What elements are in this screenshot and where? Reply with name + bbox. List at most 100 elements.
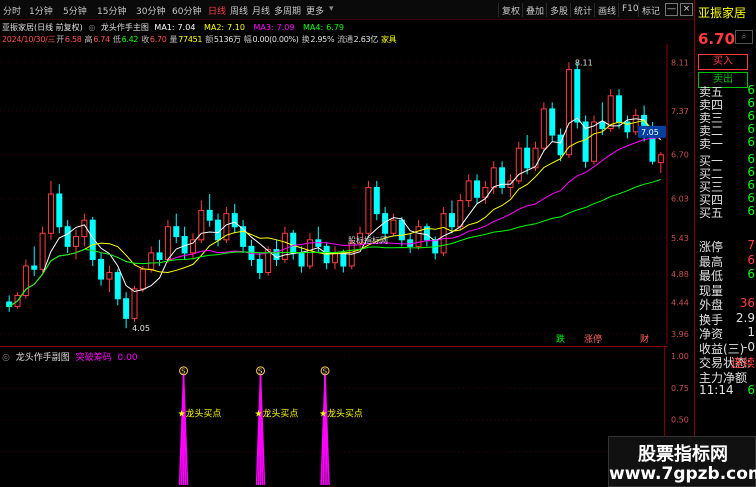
candle-body — [440, 213, 447, 254]
price-tick-label: 5.43 — [671, 234, 689, 243]
candle-body — [114, 272, 121, 300]
ma2-readout: MA2: 7.10 — [203, 23, 245, 32]
turnover-readout: 2.95% — [310, 35, 335, 44]
low-price-label: 4.05 — [132, 324, 150, 333]
candle-body — [590, 121, 597, 162]
spike-marker-label: S — [323, 367, 328, 375]
stats-button[interactable]: 统计 — [570, 3, 595, 17]
period-toolbar: 分时 1分钟 5分钟 15分钟 30分钟 60分钟 日线 周线 月线 多周期 更… — [0, 0, 756, 20]
period-tab-more[interactable]: 更多 — [306, 4, 324, 17]
sub-indicator-chart[interactable]: S ★龙头买点 S ★龙头买点 S ★龙头买点 — [0, 346, 668, 487]
stock-name: 亚振家居 — [698, 6, 747, 20]
multi-stock-button[interactable]: 多股 — [546, 3, 571, 17]
candle-body — [415, 226, 422, 247]
stat-value: 1 — [747, 325, 755, 339]
candle-body — [373, 186, 380, 215]
period-tab-multi[interactable]: 多周期 — [274, 4, 301, 17]
stat-row: 交易状态: 连续 — [695, 354, 756, 370]
order-row: 买五 6 — [695, 204, 756, 220]
stat-row: 最低 6 — [695, 267, 756, 283]
candle-body — [398, 219, 405, 241]
chevron-down-icon[interactable]: ▾ — [329, 4, 334, 14]
order-row-value: 6 — [747, 152, 755, 166]
candle-body — [148, 252, 155, 270]
site-watermark: 股票指标网 www.7gpzb.com — [608, 436, 756, 487]
search-icon[interactable]: ⌕ — [735, 30, 753, 44]
candlestick-chart[interactable]: 8.11 4.05 股标指标网跌 涨停 财 7.05 — [0, 44, 668, 344]
price-tick-label: 4.44 — [671, 299, 689, 308]
buy-button[interactable]: 买入 — [698, 54, 748, 70]
period-tab-daily[interactable]: 日线 — [208, 4, 226, 17]
stat-value: 6 — [747, 252, 755, 267]
close-icon[interactable]: × — [680, 3, 693, 16]
candle-body — [139, 268, 146, 290]
price-axis: 8.11 7.37 6.70 6.03 5.43 4.88 4.44 3.96 — [671, 58, 689, 339]
candle-body — [549, 108, 556, 136]
candle-body — [340, 252, 347, 267]
candle-body — [331, 252, 339, 264]
sub-tick-label: 0.50 — [671, 416, 689, 425]
period-tab-monthly[interactable]: 月线 — [252, 4, 270, 17]
ma-line-ma3 — [8, 137, 661, 308]
stat-row: 最高 6 — [695, 252, 756, 269]
period-tab-30min[interactable]: 30分钟 — [136, 4, 165, 17]
event-tag: 涨停 — [584, 333, 602, 344]
low-readout: 6.42 — [121, 35, 139, 44]
period-tab-5min[interactable]: 5分钟 — [63, 4, 87, 17]
change-readout: 0.00(0.00%) — [252, 35, 299, 44]
candle-body — [31, 265, 38, 270]
mark-button[interactable]: 标记 — [638, 3, 663, 17]
buy-point-label: ★龙头买点 — [255, 408, 299, 420]
order-row-value: 6 — [747, 83, 755, 97]
ma3-readout: MA3: 7.09 — [253, 23, 295, 32]
candle-body — [524, 147, 531, 169]
draw-line-button[interactable]: 画线 — [594, 3, 619, 17]
stat-label: 11:14 — [699, 383, 734, 397]
stat-value: 6 — [747, 383, 755, 397]
period-tab-fenshi[interactable]: 分时 — [3, 4, 21, 17]
stat-row: 收益(三) -0 — [695, 340, 756, 356]
candle-body — [156, 252, 163, 260]
candle-body — [173, 226, 180, 238]
stat-row: 现量 — [695, 282, 756, 298]
settings-icon[interactable]: ◎ — [88, 23, 95, 32]
price-tick-label: 8.11 — [671, 58, 689, 67]
period-tab-15min[interactable]: 15分钟 — [97, 4, 126, 17]
candle-body — [365, 186, 372, 234]
price-tick-label: 4.88 — [671, 270, 689, 279]
ma1-readout: MA1: 7.04 — [154, 23, 196, 32]
price-tag-label: 7.05 — [641, 128, 659, 137]
candle-body — [256, 258, 263, 274]
candle-body — [457, 200, 464, 228]
event-tag: 财 — [640, 333, 649, 344]
order-row: 卖四 6 — [695, 96, 756, 112]
candle-body — [106, 272, 113, 280]
fuquan-button[interactable]: 复权 — [498, 3, 523, 17]
period-tab-weekly[interactable]: 周线 — [230, 4, 248, 17]
overlay-button[interactable]: 叠加 — [522, 3, 547, 17]
candle-body — [574, 69, 581, 123]
candle-body — [215, 219, 222, 241]
stat-value: 2.9 — [735, 310, 755, 325]
buy-point-label: ★龙头买点 — [178, 408, 222, 420]
high-readout: 6.74 — [93, 35, 110, 44]
sub-tick-label: 0.75 — [671, 384, 689, 393]
candle-body — [290, 232, 297, 254]
order-row: 卖五 6 — [695, 83, 756, 99]
period-tab-60min[interactable]: 60分钟 — [172, 4, 201, 17]
candle-body — [131, 288, 138, 319]
order-row-value: 6 — [747, 135, 755, 149]
indicator-name[interactable]: 龙头作手主图 — [101, 23, 149, 32]
candle-body — [490, 167, 497, 188]
minimize-icon[interactable]: — — [665, 3, 678, 16]
close-readout: 6.70 — [149, 35, 167, 44]
period-tab-1min[interactable]: 1分钟 — [29, 4, 53, 17]
candle-body — [98, 258, 105, 280]
candle-body — [540, 108, 547, 149]
candle-body — [47, 193, 54, 234]
ma4-readout: MA4: 6.79 — [303, 23, 344, 32]
order-row-value: 6 — [747, 96, 755, 110]
price-tick-label: 6.70 — [671, 151, 689, 160]
stat-row: 11:14 6 — [695, 383, 756, 397]
candle-body — [565, 69, 572, 156]
